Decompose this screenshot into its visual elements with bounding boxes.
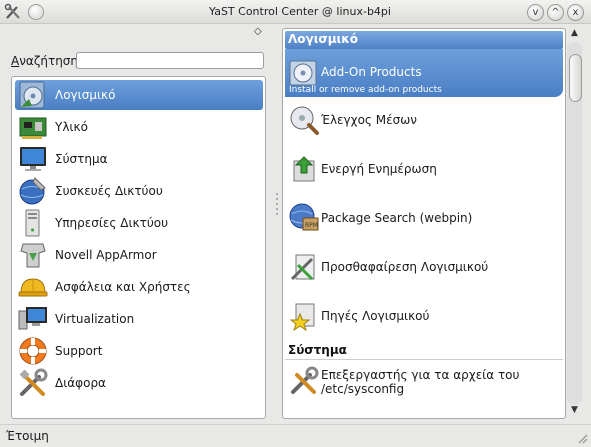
package-search-icon: RPM — [289, 203, 319, 231]
scroll-up-icon[interactable]: ▲ — [567, 28, 582, 42]
category-list[interactable]: Λογισμικό Υλικό Σύστημα Συσκευές Δικτύου — [11, 76, 266, 419]
module-item-online-update[interactable]: Ενεργή Ενημέρωση — [285, 146, 563, 194]
category-label: Συσκευές Δικτύου — [55, 184, 163, 198]
module-description: Install or remove add-on products — [289, 85, 442, 95]
category-label: Υλικό — [55, 120, 88, 134]
module-label: Ενεργή Ενημέρωση — [321, 162, 437, 176]
module-item-package-search[interactable]: RPM Package Search (webpin) — [285, 195, 563, 243]
system-monitor-icon — [20, 147, 46, 171]
module-item-sysconfig-editor[interactable]: Επεξεργαστής για τα αρχεία του /etc/sysc… — [285, 362, 563, 410]
apparmor-icon — [20, 243, 46, 268]
title-bar[interactable]: YaST Control Center @ linux-b4pi v ^ x — [0, 0, 591, 24]
category-label: Σύστημα — [55, 152, 108, 166]
module-label: Πηγές Λογισμικού — [321, 309, 430, 323]
close-button[interactable]: x — [567, 4, 584, 21]
security-helmet-icon — [18, 278, 48, 297]
category-label: Support — [55, 344, 103, 358]
category-label: Διάφορα — [55, 376, 106, 390]
module-item-software-repositories[interactable]: Πηγές Λογισμικού — [285, 293, 563, 341]
sysconfig-editor-icon — [291, 366, 319, 394]
category-item-network-devices[interactable]: Συσκευές Δικτύου — [15, 176, 263, 206]
module-item-media-check[interactable]: Έλεγχος Μέσων — [285, 97, 563, 145]
software-repositories-icon — [289, 303, 315, 332]
yast-tools-icon[interactable] — [4, 3, 22, 21]
svg-text:RPM: RPM — [305, 222, 318, 229]
network-devices-icon — [19, 177, 46, 205]
status-bar: Έτοιμη — [0, 424, 591, 447]
minimize-button[interactable]: v — [527, 4, 544, 21]
category-item-hardware[interactable]: Υλικό — [15, 112, 263, 142]
module-item-addon-products[interactable]: Add-On Products Install or remove add-on… — [285, 49, 563, 97]
category-label: Virtualization — [55, 312, 135, 326]
section-header-system: Σύστημα — [285, 342, 563, 360]
module-label: Προσθαφαίρεση Λογισμικού — [321, 260, 489, 274]
window-title: YaST Control Center @ linux-b4pi — [209, 5, 391, 18]
category-item-security[interactable]: Ασφάλεια και Χρήστες — [15, 272, 263, 302]
misc-tools-icon — [19, 368, 48, 396]
category-item-apparmor[interactable]: Novell AppArmor — [15, 240, 263, 270]
category-label: Υπηρεσίες Δικτύου — [55, 216, 169, 230]
category-label: Novell AppArmor — [55, 248, 157, 262]
online-update-icon — [293, 156, 315, 182]
software-management-icon — [290, 254, 315, 281]
scroll-track[interactable] — [567, 42, 582, 405]
module-label: Έλεγχος Μέσων — [321, 113, 417, 127]
category-item-virtualization[interactable]: Virtualization — [15, 304, 263, 334]
scroll-thumb[interactable] — [569, 54, 582, 102]
category-label: Ασφάλεια και Χρήστες — [55, 280, 191, 294]
support-lifebuoy-icon — [19, 337, 47, 365]
window-menu-button[interactable] — [28, 4, 44, 20]
hardware-board-icon — [19, 117, 47, 139]
module-list[interactable]: Λογισμικό Add-On Products Install or rem… — [282, 28, 566, 419]
maximize-button[interactable]: ^ — [547, 4, 564, 21]
module-label: Add-On Products — [321, 65, 422, 79]
category-item-software[interactable]: Λογισμικό — [15, 80, 263, 110]
pane-splitter[interactable] — [276, 190, 279, 250]
module-list-scrollbar[interactable]: ▲ ▼ — [566, 28, 583, 419]
resize-grip-icon[interactable] — [576, 432, 588, 444]
module-label: Επεξεργαστής για τα αρχεία του /etc/sysc… — [321, 368, 520, 396]
section-header-software: Λογισμικό — [285, 31, 563, 49]
search-label: Αναζήτηση — [11, 54, 79, 68]
scroll-down-icon[interactable]: ▼ — [567, 405, 582, 419]
category-item-system[interactable]: Σύστημα — [15, 144, 263, 174]
addon-products-icon — [289, 60, 317, 86]
network-services-icon — [25, 209, 40, 237]
category-item-network-services[interactable]: Υπηρεσίες Δικτύου — [15, 208, 263, 238]
media-check-icon — [290, 106, 319, 135]
software-cd-icon — [19, 81, 45, 109]
module-item-software-management[interactable]: Προσθαφαίρεση Λογισμικού — [285, 244, 563, 292]
category-item-support[interactable]: Support — [15, 336, 263, 366]
category-item-misc[interactable]: Διάφορα — [15, 368, 263, 398]
search-input[interactable] — [76, 52, 264, 69]
status-text: Έτοιμη — [6, 429, 49, 443]
virtualization-icon — [18, 307, 47, 330]
category-label: Λογισμικό — [55, 88, 116, 102]
module-label: Package Search (webpin) — [321, 211, 473, 225]
pin-icon[interactable]: ◇ — [254, 26, 262, 37]
